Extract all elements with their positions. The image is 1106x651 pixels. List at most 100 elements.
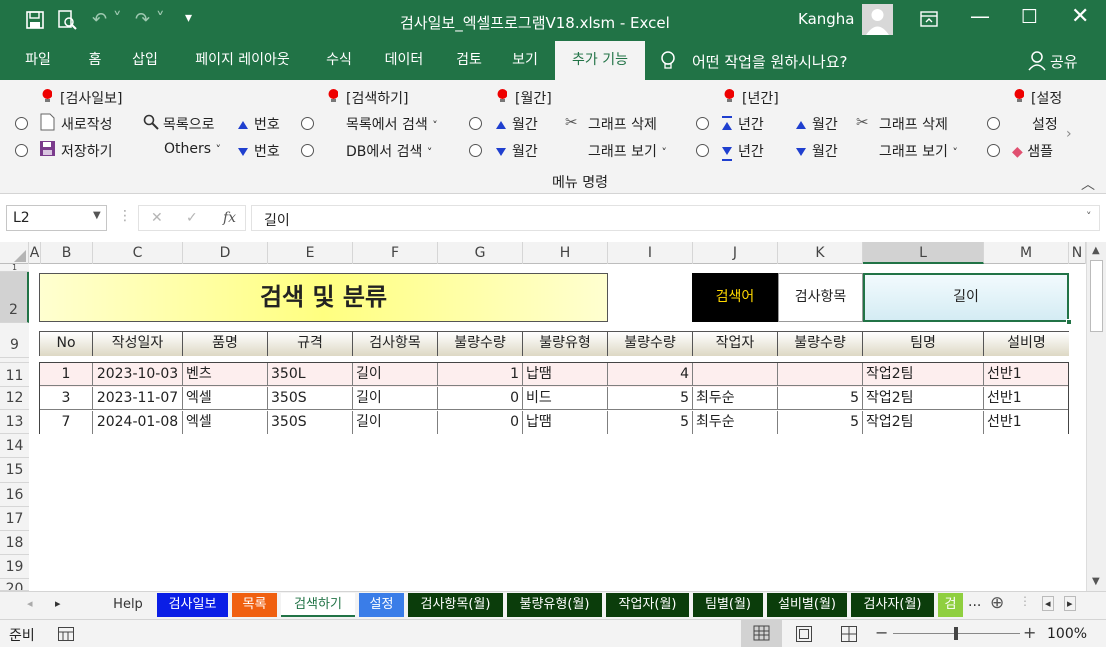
radio-option[interactable] [696, 117, 709, 130]
print-preview-icon[interactable] [57, 10, 77, 30]
sheet-tab-more[interactable]: 검 [938, 593, 963, 617]
yearly-month-down-button[interactable]: 월간 [796, 141, 838, 161]
tell-me-box[interactable]: 어떤 작업을 원하시나요? [692, 51, 848, 72]
page-layout-view-icon[interactable] [796, 626, 812, 642]
number-up-button[interactable]: 번호 [238, 114, 280, 134]
sheet-tab-daily[interactable]: 검사일보 [157, 593, 228, 617]
cell[interactable]: 엑셀 [183, 387, 268, 410]
monthly-down-button[interactable]: 월간 [496, 141, 538, 161]
tab-insert[interactable]: 삽입 [122, 41, 168, 80]
table-row[interactable]: 1 2023-10-03 벤츠 350L 길이 1 납땜 4 작업2팀 선반1 [40, 363, 1068, 387]
yearly-month-up-button[interactable]: 월간 [796, 114, 838, 134]
row-header[interactable]: 9 [0, 323, 29, 358]
tab-view[interactable]: 보기 [502, 41, 548, 80]
col-header[interactable]: J [693, 242, 778, 264]
col-header-selected[interactable]: L [863, 242, 984, 264]
share-button[interactable]: 공유 [1050, 51, 1078, 72]
radio-option[interactable] [987, 144, 1000, 157]
avatar[interactable] [862, 4, 893, 35]
row-header[interactable]: 20 [0, 579, 29, 591]
graph-show-dropdown[interactable]: 그래프 보기 ˅ [588, 141, 667, 161]
col-header[interactable]: G [438, 242, 523, 264]
col-header[interactable]: F [353, 242, 438, 264]
cell[interactable]: 납땜 [523, 363, 608, 386]
cell[interactable]: 2023-10-03 [93, 363, 183, 386]
expand-formula-icon[interactable]: ˅ [1086, 210, 1092, 223]
cell[interactable]: 2024-01-08 [93, 411, 183, 434]
db-search-dropdown[interactable]: DB에서 검색 ˅ [346, 141, 432, 161]
normal-view-button[interactable] [741, 620, 782, 647]
cell[interactable]: 선반1 [984, 387, 1068, 410]
cell[interactable]: 최두순 [693, 411, 778, 434]
to-list-button[interactable]: 목록으로 [163, 114, 215, 134]
radio-option[interactable] [15, 117, 28, 130]
col-header[interactable]: K [778, 242, 863, 264]
cell[interactable]: 350S [268, 411, 353, 434]
undo-icon[interactable]: ↶ ˅ [92, 9, 122, 30]
sheet-tab-help[interactable]: Help [103, 593, 153, 617]
settings-button[interactable]: 설정 [1032, 114, 1058, 134]
name-box[interactable]: L2 ▼ [6, 205, 107, 231]
cell[interactable]: 1 [40, 363, 93, 386]
sheet-tab-search-active[interactable]: 검색하기 [281, 593, 355, 617]
more-sheets-icon[interactable]: ... [968, 594, 981, 610]
close-icon[interactable]: ✕ [1071, 4, 1089, 29]
collapse-ribbon-icon[interactable]: ︿ [1081, 174, 1095, 194]
maximize-icon[interactable]: ☐ [1021, 6, 1038, 28]
row-header[interactable]: 16 [0, 483, 29, 507]
tab-home[interactable]: 홈 [75, 41, 115, 80]
cell[interactable]: 7 [40, 411, 93, 434]
col-header[interactable]: M [984, 242, 1069, 264]
zoom-slider-thumb[interactable] [954, 627, 958, 640]
tab-file[interactable]: 파일 [12, 41, 64, 80]
save-icon[interactable] [26, 11, 44, 29]
row-header[interactable]: 13 [0, 410, 29, 434]
radio-option[interactable] [469, 144, 482, 157]
col-header[interactable]: N [1069, 242, 1086, 264]
col-header[interactable]: H [523, 242, 608, 264]
cell[interactable]: 벤츠 [183, 363, 268, 386]
sheet-tab-equipment-monthly[interactable]: 설비별(월) [767, 593, 847, 617]
yearly-graph-show-dropdown[interactable]: 그래프 보기 ˅ [879, 141, 958, 161]
cell[interactable]: 작업2팀 [863, 363, 984, 386]
macro-record-icon[interactable] [58, 627, 74, 641]
cell[interactable]: 4 [608, 363, 693, 386]
cell[interactable]: 0 [438, 387, 523, 410]
cell[interactable]: 5 [608, 387, 693, 410]
row-header[interactable]: 19 [0, 555, 29, 579]
sheet-tab-item-monthly[interactable]: 검사항목(월) [408, 593, 503, 617]
col-header[interactable]: I [608, 242, 693, 264]
yearly-up-button[interactable]: 년간 [722, 114, 764, 134]
cell[interactable]: 길이 [353, 411, 438, 434]
fill-handle[interactable] [1066, 319, 1072, 325]
radio-option[interactable] [696, 144, 709, 157]
row-header[interactable]: 1 [0, 264, 29, 272]
formula-input[interactable]: 길이 ˅ [251, 205, 1100, 231]
vertical-scrollbar[interactable]: ▲ ▼ [1086, 242, 1106, 591]
sheet-tab-inspector-monthly[interactable]: 검사자(월) [851, 593, 934, 617]
cell[interactable]: 5 [778, 387, 863, 410]
row-header[interactable]: 12 [0, 387, 29, 410]
row-header[interactable]: 14 [0, 434, 29, 458]
monthly-up-button[interactable]: 월간 [496, 114, 538, 134]
tab-formulas[interactable]: 수식 [316, 41, 362, 80]
cell[interactable]: 길이 [353, 387, 438, 410]
cell[interactable]: 350S [268, 387, 353, 410]
tab-page-layout[interactable]: 페이지 레이아웃 [180, 41, 305, 80]
cell[interactable]: 5 [778, 411, 863, 434]
cell[interactable]: 작업2팀 [863, 387, 984, 410]
col-header[interactable]: A [29, 242, 41, 264]
cell[interactable]: 3 [40, 387, 93, 410]
cell[interactable]: 5 [608, 411, 693, 434]
cell[interactable]: 길이 [353, 363, 438, 386]
save-button[interactable]: 저장하기 [61, 141, 113, 161]
radio-option[interactable] [469, 117, 482, 130]
cell[interactable]: 최두순 [693, 387, 778, 410]
zoom-in-icon[interactable]: + [1023, 623, 1036, 642]
row-header[interactable]: 18 [0, 531, 29, 555]
sheet-tab-worker-monthly[interactable]: 작업자(월) [606, 593, 689, 617]
scroll-up-icon[interactable]: ▲ [1092, 245, 1100, 256]
share-user-icon[interactable] [1028, 51, 1046, 71]
cell[interactable]: 0 [438, 411, 523, 434]
zoom-level[interactable]: 100% [1047, 626, 1087, 642]
